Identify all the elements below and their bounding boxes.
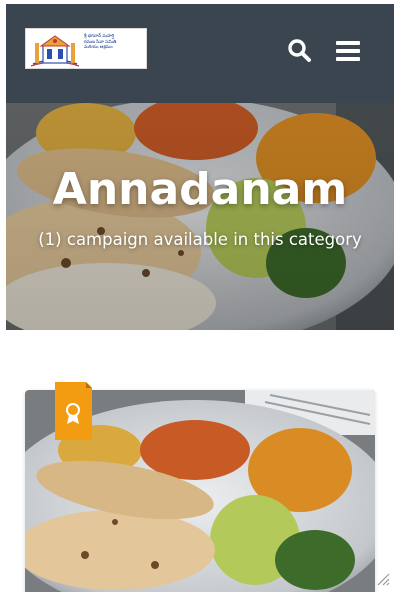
search-icon (288, 39, 311, 62)
resize-handle-icon[interactable] (374, 570, 390, 586)
site-logo[interactable]: శ్రీ భగవాన్ మహర్షి రమణ సేవా సమితి మరియు … (25, 28, 147, 69)
hero-food-image (6, 103, 394, 330)
logo-text: శ్రీ భగవాన్ మహర్షి రమణ సేవా సమితి మరియు … (84, 34, 144, 51)
category-hero: Annadanam (1) campaign available in this… (6, 103, 394, 330)
logo-line: మరియు ఆశ్రమం (84, 45, 113, 51)
award-ribbon-icon (55, 382, 92, 440)
site-header: శ్రీ భగవాన్ మహర్షి రమణ సేవా సమితి మరియు … (6, 4, 394, 103)
category-title: Annadanam (52, 164, 348, 215)
menu-button[interactable] (335, 38, 361, 64)
temple-logo-icon (30, 35, 80, 67)
search-button[interactable] (286, 37, 312, 63)
page-frame: శ్రీ భగవాన్ మహర్షి రమణ సేవా సమితి మరియు … (6, 4, 394, 592)
category-subtitle: (1) campaign available in this category (38, 230, 362, 249)
hamburger-menu-icon (336, 41, 360, 61)
featured-badge (55, 382, 92, 440)
